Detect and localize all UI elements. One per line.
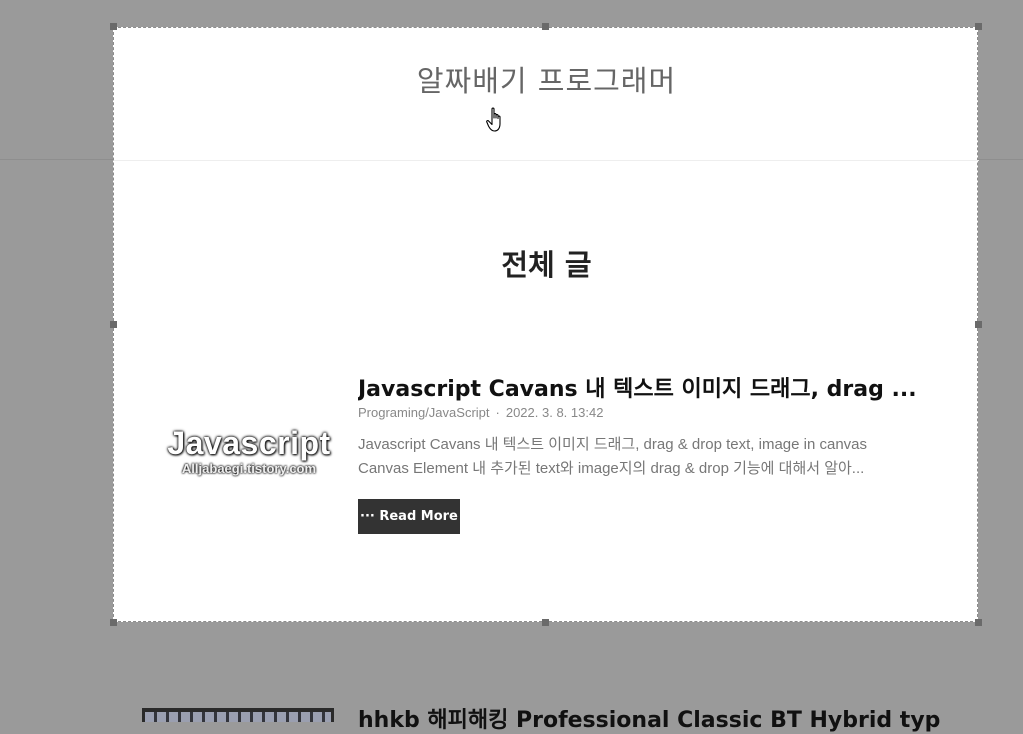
thumbnail-subtitle: Alljabaegi.tistory.com [181,461,317,476]
selection-area[interactable]: 알짜배기 프로그래머 전체 글 Javascript Alljabaegi.ti… [113,27,979,622]
post-thumbnail[interactable]: Javascript Alljabaegi.tistory.com [154,425,344,485]
post-category[interactable]: Programing/JavaScript [358,405,490,420]
header-separator [114,160,979,161]
resize-handle-top-right[interactable] [975,23,982,30]
excerpt-line-2: Canvas Element 내 추가된 text와 image지의 drag … [358,460,865,477]
post-title-link-2[interactable]: hhkb 해피해킹 Professional Classic BT Hybrid… [358,702,940,734]
post-thumbnail-2[interactable] [142,708,334,722]
resize-handle-top-center[interactable] [542,23,549,30]
resize-handle-top-left[interactable] [110,23,117,30]
read-more-button[interactable]: ··· Read More [358,499,460,534]
section-title: 전체 글 [501,248,592,282]
meta-separator: · [495,405,500,420]
post-meta: Programing/JavaScript · 2022. 3. 8. 13:42 [358,405,603,420]
resize-handle-bottom-right[interactable] [975,619,982,626]
excerpt-line-1: Javascript Cavans 내 텍스트 이미지 드래그, drag & … [358,436,868,453]
thumbnail-title: Javascript [167,425,331,461]
post-excerpt[interactable]: Javascript Cavans 내 텍스트 이미지 드래그, drag & … [358,433,938,481]
hand-pointer-icon [486,107,501,132]
post-date: 2022. 3. 8. 13:42 [505,405,604,420]
keyboard-image [145,712,331,722]
resize-handle-bottom-left[interactable] [110,619,117,626]
blog-title[interactable]: 알짜배기 프로그래머 [114,58,979,100]
resize-handle-middle-right[interactable] [975,321,982,328]
post-title-link[interactable]: Javascript Cavans 내 텍스트 이미지 드래그, drag ..… [358,371,938,403]
resize-handle-middle-left[interactable] [110,321,117,328]
resize-handle-bottom-center[interactable] [542,619,549,626]
